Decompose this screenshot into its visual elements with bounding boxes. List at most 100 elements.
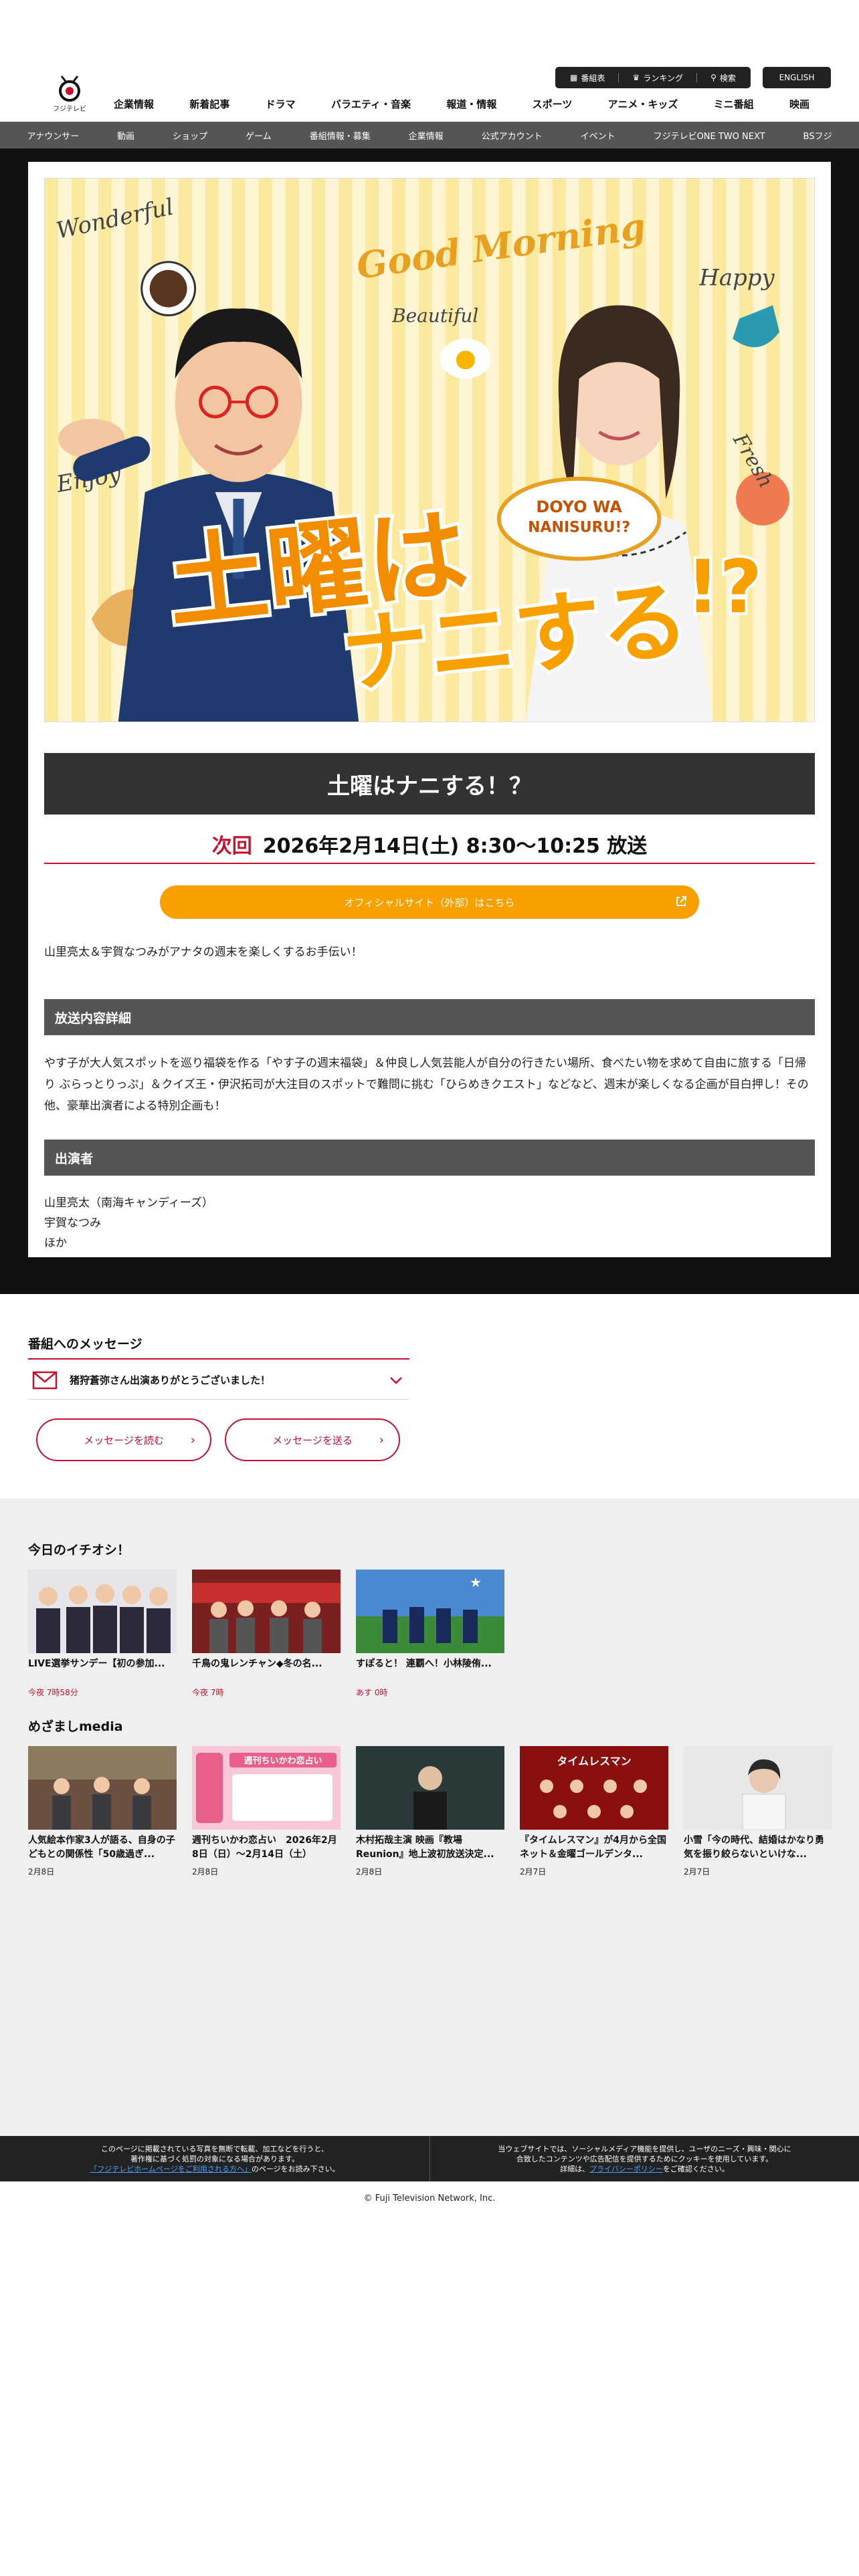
- fujitv-logo[interactable]: フジテレビ: [50, 74, 90, 113]
- program-info-card: 土曜はナニする！？ 次回 2026年2月14日(土) 8:30〜10:25 放送 …: [28, 736, 831, 1257]
- pickup-thumbnail: ★: [356, 1570, 504, 1653]
- subnav-item-video[interactable]: 動画: [117, 129, 134, 142]
- grid-icon: ▦: [570, 73, 578, 82]
- cast-list: 山里亮太（南海キャンディーズ） 宇賀なつみ ほか: [44, 1193, 815, 1253]
- pickup-thumbnail: [28, 1570, 177, 1653]
- media-card[interactable]: 人気絵本作家3人が語る、自身の子どもとの関係性「50歳過ぎ... 2月8日: [28, 1746, 177, 1877]
- subnav-item-one-two-next[interactable]: フジテレビONE TWO NEXT: [654, 129, 765, 142]
- notice-prefix: 詳細は、: [560, 2164, 590, 2173]
- svg-text:★: ★: [470, 1574, 482, 1590]
- logo-exclaim: !?: [686, 544, 762, 629]
- message-heading: 番組へのメッセージ: [28, 1337, 142, 1352]
- subnav-item-game[interactable]: ゲーム: [246, 129, 272, 142]
- notice-text: 合致したコンテンツや広告配信を提供するためにクッキーを使用しています。: [516, 2154, 773, 2163]
- nav-item-variety[interactable]: バラエティ・音楽: [331, 97, 411, 111]
- details-text: やす子が大人気スポットを巡り福袋を作る「やす子の週末福袋」＆仲良し人気芸能人が自…: [44, 1057, 809, 1113]
- notice-text: 当ウェブサイトでは、ソーシャルメディア機能を提供し、ユーザのニーズ・興味・関心に: [498, 2144, 791, 2153]
- next-datetime: 2026年2月14日(土) 8:30〜10:25 放送: [262, 835, 648, 858]
- pickup-title: 千鳥の鬼レンチャン◆冬の名...: [192, 1658, 322, 1669]
- timeless-thumb-text: タイムレスマン: [557, 1755, 631, 1767]
- program-title: 土曜はナニする！？: [44, 753, 815, 815]
- notice-text: このページに掲載されている写真を無断で転載、加工などを行うと、: [100, 2144, 328, 2153]
- divider: [618, 73, 619, 82]
- cast-item: ほか: [44, 1237, 67, 1250]
- notice-suffix: のページをお読み下さい。: [251, 2164, 340, 2173]
- details-heading: 放送内容詳細: [44, 999, 815, 1035]
- pickup-card[interactable]: ★ すぽると！ 連覇へ！小林陵侑... あす 0時: [356, 1570, 504, 1698]
- subnav-item-official-accounts[interactable]: 公式アカウント: [482, 129, 543, 142]
- pickup-heading: 今日のイチオシ！: [28, 1543, 130, 1558]
- cookie-notice: 当ウェブサイトでは、ソーシャルメディア機能を提供し、ユーザのニーズ・興味・関心に…: [430, 2136, 859, 2181]
- subnav-item-corporate[interactable]: 企業情報: [409, 129, 444, 142]
- pickup-time: あす 0時: [356, 1688, 388, 1697]
- chevron-right-icon: ›: [190, 1433, 195, 1447]
- media-date: 2月7日: [520, 1867, 547, 1876]
- nav-item-movie[interactable]: 映画: [789, 97, 809, 111]
- subnav-item-shop[interactable]: ショップ: [173, 129, 207, 142]
- read-messages-label: メッセージを読む: [84, 1434, 164, 1446]
- pickup-card[interactable]: 千鳥の鬼レンチャン◆冬の名... 今夜 7時: [192, 1570, 341, 1698]
- divider: [44, 863, 815, 864]
- key-visual-image: Wonderful Beautiful Happy Enjoy Fresh Go…: [45, 179, 814, 722]
- nav-item-news-info[interactable]: 報道・情報: [446, 97, 496, 111]
- privacy-policy-link[interactable]: プライバシーポリシー: [589, 2165, 663, 2173]
- next-broadcast: 次回 2026年2月14日(土) 8:30〜10:25 放送: [44, 829, 815, 858]
- nav-item-mini[interactable]: ミニ番組: [714, 97, 754, 111]
- subnav-item-program-info[interactable]: 番組情報・募集: [310, 129, 371, 142]
- media-thumbnail: [28, 1746, 177, 1830]
- media-title: 木村拓哉主演 映画『教場 Reunion』地上波初放送決定...: [356, 1835, 494, 1860]
- official-site-button[interactable]: オフィシャルサイト（外部）はこちら: [160, 885, 699, 919]
- message-section: 番組へのメッセージ 猪狩蒼弥さん出演ありがとうございました！ メッセージを読む …: [0, 1294, 859, 1499]
- notice-text: 著作権に基づく処罰の対象になる場合があります。: [130, 2154, 299, 2163]
- media-card[interactable]: 週刊ちいかわ恋占い 週刊ちいかわ恋占い 2026年2月8日（日）〜2月14日（土…: [192, 1746, 341, 1877]
- nav-item-news[interactable]: 新着記事: [189, 97, 229, 111]
- send-message-button[interactable]: メッセージを送る ›: [225, 1418, 400, 1461]
- key-visual: Wonderful Beautiful Happy Enjoy Fresh Go…: [44, 178, 815, 722]
- chevron-right-icon: ›: [379, 1433, 384, 1447]
- word-happy: Happy: [698, 265, 775, 291]
- external-link-icon: [676, 896, 686, 906]
- pickup-card[interactable]: LIVE選挙サンデー【初の参加... 今夜 7時58分: [28, 1570, 177, 1698]
- pickup-thumbnail: [192, 1570, 341, 1653]
- nav-item-sports[interactable]: スポーツ: [533, 97, 573, 111]
- pickup-title: すぽると！ 連覇へ！小林陵侑...: [356, 1658, 492, 1669]
- latest-message-text: 猪狩蒼弥さん出演ありがとうございました！: [70, 1374, 271, 1386]
- pickup-time: 今夜 7時58分: [28, 1688, 78, 1697]
- program-list-link[interactable]: ▦ 番組表: [570, 72, 605, 84]
- program-intro: 山里亮太＆宇賀なつみがアナタの週末を楽しくするお手伝い！: [44, 946, 363, 959]
- media-card[interactable]: タイムレスマン 『タイムレスマン』が4月から全国ネット＆金曜ゴールデンタ... …: [520, 1746, 668, 1877]
- search-link[interactable]: ⚲ 検索: [710, 72, 736, 84]
- usage-policy-link[interactable]: 「フジテレビホームページをご利用される方へ」: [90, 2165, 251, 2173]
- nav-item-drama[interactable]: ドラマ: [266, 97, 296, 111]
- fujitv-eye-icon: [59, 76, 80, 102]
- search-label: 検索: [719, 73, 736, 83]
- divider: [696, 73, 698, 82]
- utility-bar: ▦ 番組表 ♛ ランキング ⚲ 検索: [555, 67, 751, 88]
- media-title: 週刊ちいかわ恋占い 2026年2月8日（日）〜2月14日（土）: [192, 1835, 337, 1860]
- sub-nav: アナウンサー 動画 ショップ ゲーム 番組情報・募集 企業情報 公式アカウント …: [0, 122, 859, 148]
- divider: [28, 1358, 409, 1360]
- notice-text: 詳細は、プライバシーポリシーをご確認ください。: [430, 2164, 859, 2174]
- nav-item-anime[interactable]: アニメ・キッズ: [608, 97, 678, 111]
- word-beautiful: Beautiful: [391, 304, 478, 326]
- read-messages-button[interactable]: メッセージを読む ›: [36, 1418, 211, 1461]
- media-card[interactable]: 木村拓哉主演 映画『教場 Reunion』地上波初放送決定... 2月8日: [356, 1746, 504, 1877]
- notice-suffix: をご確認ください。: [662, 2164, 729, 2173]
- chevron-down-icon: [390, 1376, 402, 1384]
- media-card[interactable]: 小雪「今の時代、結婚はかなり勇気を振り絞らないといけな... 2月7日: [684, 1746, 832, 1877]
- program-list-label: 番組表: [581, 73, 605, 83]
- media-thumbnail: タイムレスマン: [520, 1746, 668, 1830]
- mezamashi-heading: めざましmedia: [28, 1719, 123, 1734]
- ranking-link[interactable]: ♛ ランキング: [633, 72, 683, 84]
- latest-message-toggle[interactable]: 猪狩蒼弥さん出演ありがとうございました！: [28, 1361, 409, 1400]
- notice-text: 「フジテレビホームページをご利用される方へ」のページをお読み下さい。: [0, 2164, 430, 2174]
- pickup-title: LIVE選挙サンデー【初の参加...: [28, 1658, 165, 1669]
- media-thumbnail: [684, 1746, 832, 1830]
- cast-heading: 出演者: [44, 1140, 815, 1176]
- english-button[interactable]: ENGLISH: [763, 67, 831, 88]
- subnav-item-bsfuji[interactable]: BSフジ: [803, 129, 832, 142]
- nav-item-corporate[interactable]: 企業情報: [114, 97, 154, 111]
- subnav-item-event[interactable]: イベント: [581, 129, 615, 142]
- subnav-item-announcer[interactable]: アナウンサー: [27, 129, 79, 142]
- official-site-label: オフィシャルサイト（外部）はこちら: [344, 896, 515, 909]
